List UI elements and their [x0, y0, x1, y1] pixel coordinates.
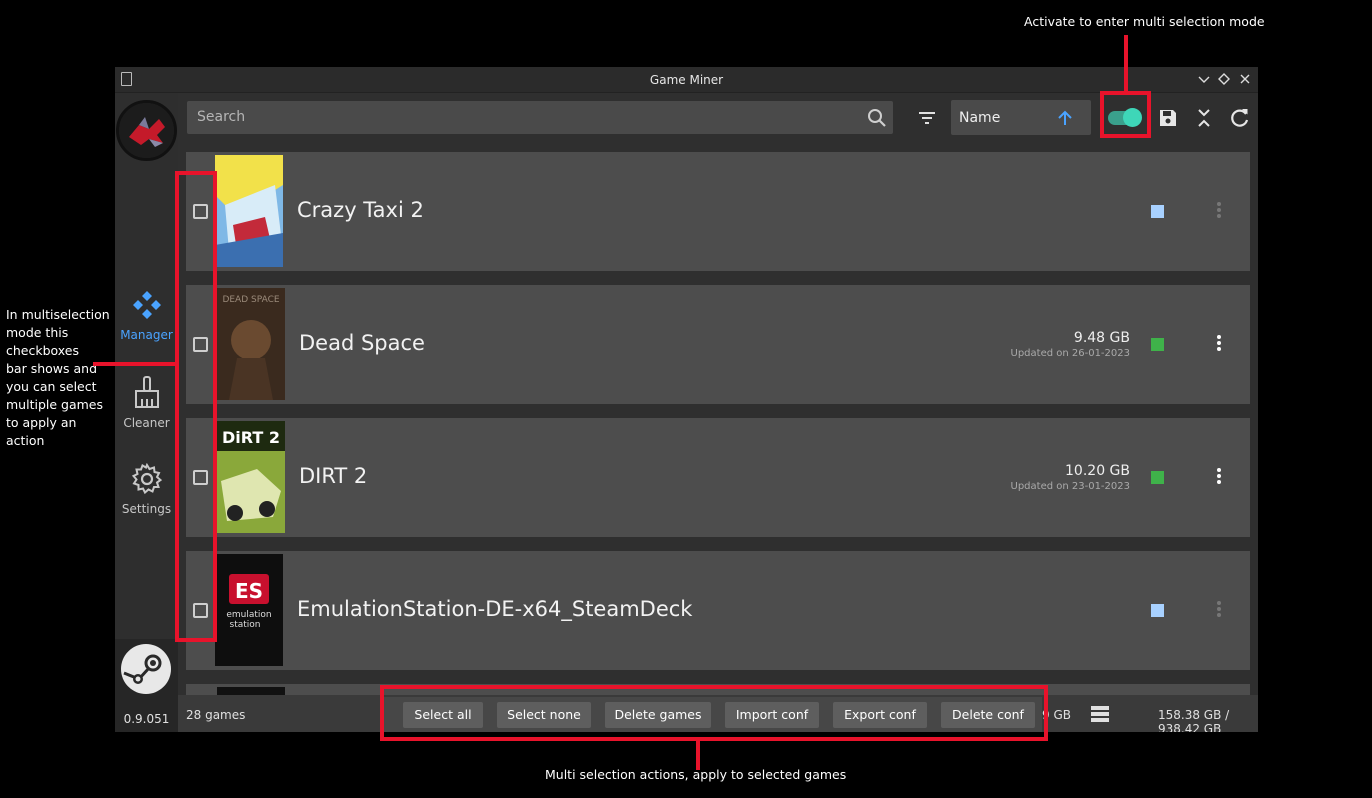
game-name: Crazy Taxi 2 — [297, 198, 424, 222]
status-badge — [1151, 604, 1164, 617]
annotation-line — [1124, 35, 1128, 92]
annotation-left: In multiselection mode this checkboxes b… — [6, 307, 110, 448]
game-cover: DEAD SPACE — [217, 288, 285, 400]
filter-icon[interactable] — [914, 105, 940, 131]
game-name: DIRT 2 — [299, 464, 368, 488]
cover-line: emulation — [226, 610, 271, 620]
annotation-top: Activate to enter multi selection mode — [1024, 14, 1265, 29]
app-version: 0.9.051 — [123, 712, 170, 726]
broom-icon — [134, 376, 159, 408]
game-count: 28 games — [186, 708, 246, 722]
annotation-line — [93, 362, 177, 366]
cover-line: station — [230, 620, 261, 630]
cover-title: DEAD SPACE — [222, 295, 279, 305]
maximize-button[interactable] — [1215, 70, 1233, 88]
close-button[interactable] — [1236, 70, 1254, 88]
sort-select[interactable]: Name — [951, 100, 1091, 135]
annotation-box-checkboxes — [175, 171, 217, 642]
search-input[interactable]: Search — [187, 101, 893, 134]
game-cover — [217, 687, 285, 695]
game-size: 9.48 GB — [1073, 330, 1130, 346]
minimize-button[interactable] — [1195, 70, 1213, 88]
game-updated: Updated on 26-01-2023 — [1010, 348, 1131, 359]
game-updated: Updated on 23-01-2023 — [1010, 481, 1131, 492]
storage-icon — [1091, 706, 1109, 722]
search-placeholder: Search — [197, 109, 246, 125]
chevron-down-icon — [1198, 76, 1210, 83]
game-name: Dead Space — [299, 331, 425, 355]
sidebar: Manager Cleaner Settings 0.9.051 — [115, 93, 178, 732]
annotation-line — [696, 741, 700, 770]
search-icon[interactable] — [867, 108, 887, 128]
steam-icon[interactable] — [121, 644, 171, 694]
sidebar-footer: 0.9.051 — [115, 639, 178, 732]
sidebar-item-settings[interactable]: Settings — [115, 462, 178, 516]
game-list: Crazy Taxi 2 DEAD SPACE Dead Space 9.48 … — [178, 145, 1258, 695]
refresh-icon[interactable] — [1227, 105, 1253, 131]
collapse-icon[interactable] — [1191, 105, 1217, 131]
game-size: 10.20 GB — [1065, 463, 1130, 479]
list-item[interactable]: Crazy Taxi 2 — [186, 152, 1250, 271]
sidebar-item-label: Cleaner — [123, 416, 170, 430]
app-logo — [116, 100, 177, 161]
sidebar-item-cleaner[interactable]: Cleaner — [115, 375, 178, 430]
disk-usage: 158.38 GB / 938.42 GB — [1158, 708, 1230, 732]
more-options-button[interactable] — [1214, 468, 1224, 488]
list-item[interactable]: DEAD SPACE Dead Space 9.48 GB Updated on… — [186, 285, 1250, 404]
window-title: Game Miner — [649, 73, 724, 87]
more-options-button[interactable] — [1214, 601, 1224, 621]
cover-logo: ES — [235, 579, 263, 603]
diamond-icon — [1218, 73, 1230, 85]
annotation-box-actions — [380, 685, 1048, 741]
more-options-button[interactable] — [1214, 335, 1224, 355]
close-icon — [1240, 74, 1250, 84]
more-options-button[interactable] — [1214, 202, 1224, 222]
list-item[interactable]: ES emulation station EmulationStation-DE… — [186, 551, 1250, 670]
save-icon[interactable] — [1155, 105, 1181, 131]
status-badge — [1151, 205, 1164, 218]
game-cover: ES emulation station — [215, 554, 283, 666]
arrow-up-icon[interactable] — [1055, 108, 1075, 128]
game-cover — [215, 155, 283, 267]
game-cover: DiRT 2 — [217, 421, 285, 533]
game-name: EmulationStation-DE-x64_SteamDeck — [297, 597, 693, 621]
sidebar-item-manager[interactable]: Manager — [115, 289, 178, 342]
gear-icon — [131, 462, 162, 495]
cover-title: DiRT 2 — [222, 428, 280, 447]
list-item[interactable]: DiRT 2 DIRT 2 10.20 GB Updated on 23-01-… — [186, 418, 1250, 537]
sidebar-item-label: Settings — [121, 502, 172, 516]
gamepad-icon — [132, 291, 161, 319]
status-badge — [1151, 338, 1164, 351]
title-bar: Game Miner — [115, 67, 1258, 93]
sort-label: Name — [959, 110, 1001, 126]
sidebar-item-label: Manager — [120, 328, 173, 342]
annotation-box-toggle — [1100, 91, 1151, 138]
app-window: Game Miner Manager Cleaner Settings 0.9.… — [115, 67, 1258, 732]
status-badge — [1151, 471, 1164, 484]
